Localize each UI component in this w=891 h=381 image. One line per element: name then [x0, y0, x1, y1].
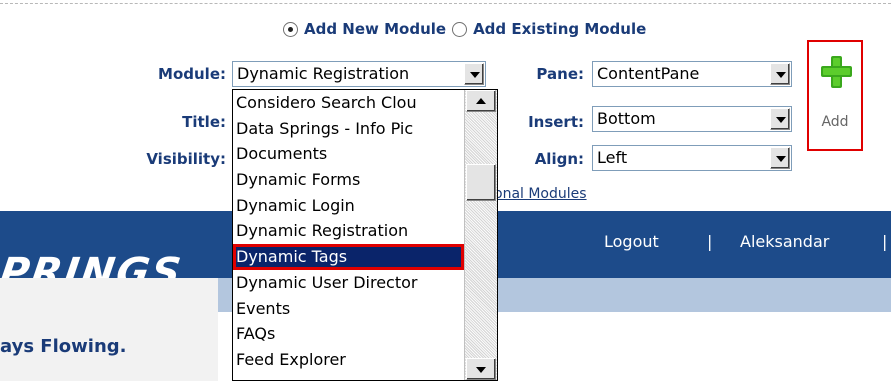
list-item[interactable]: Considero Search Clou: [233, 90, 464, 116]
chevron-down-icon[interactable]: [770, 147, 790, 169]
pane-select-value: ContentPane: [597, 64, 700, 83]
chevron-down-icon[interactable]: [770, 108, 790, 130]
list-item[interactable]: Documents: [233, 141, 464, 167]
add-button[interactable]: Add: [807, 40, 863, 151]
left-panel: [0, 278, 218, 381]
add-existing-module-label[interactable]: Add Existing Module: [473, 20, 646, 38]
list-item-highlighted[interactable]: Dynamic Tags: [233, 244, 464, 270]
logout-link[interactable]: Logout: [604, 232, 659, 251]
add-new-module-label[interactable]: Add New Module: [304, 20, 446, 38]
insert-select[interactable]: Bottom: [592, 106, 792, 132]
list-item[interactable]: Dynamic User Director: [233, 270, 464, 296]
module-select-value: Dynamic Registration: [237, 64, 410, 83]
module-select[interactable]: Dynamic Registration: [232, 61, 486, 87]
module-dropdown-list[interactable]: Considero Search Clou Data Springs - Inf…: [232, 89, 498, 381]
module-source-radio-group: Add New Module Add Existing Module: [283, 18, 646, 40]
site-tagline: ays Flowing.: [0, 336, 127, 357]
scroll-up-icon[interactable]: [466, 90, 496, 112]
align-select[interactable]: Left: [592, 145, 792, 171]
align-select-value: Left: [597, 148, 628, 167]
list-item[interactable]: Events: [233, 296, 464, 322]
visibility-label: Visibility:: [146, 150, 226, 168]
user-name-link[interactable]: Aleksandar: [740, 232, 829, 251]
add-existing-module-radio[interactable]: [452, 21, 468, 37]
insert-select-value: Bottom: [597, 109, 656, 128]
add-button-label[interactable]: Add: [809, 114, 861, 130]
pane-select[interactable]: ContentPane: [592, 61, 792, 87]
plus-icon[interactable]: [821, 56, 852, 88]
list-item[interactable]: Dynamic Forms: [233, 167, 464, 193]
insert-label: Insert:: [528, 113, 584, 131]
pane-label: Pane:: [536, 65, 584, 83]
add-new-module-radio[interactable]: [283, 21, 298, 37]
dropdown-scrollbar[interactable]: [464, 90, 497, 380]
list-item[interactable]: Data Springs - Info Pic: [233, 116, 464, 142]
scrollbar-thumb[interactable]: [466, 164, 496, 201]
list-item[interactable]: FAQs: [233, 321, 464, 347]
nav-separator: |: [882, 232, 888, 251]
module-label: Module:: [158, 65, 226, 83]
scroll-down-icon[interactable]: [466, 358, 496, 380]
chevron-down-icon[interactable]: [770, 63, 790, 85]
list-item[interactable]: Dynamic Login: [233, 193, 464, 219]
list-item[interactable]: Feed Explorer: [233, 347, 464, 373]
list-item[interactable]: Dynamic Registration: [233, 218, 464, 244]
title-label: Title:: [182, 113, 226, 131]
nav-separator: |: [707, 232, 713, 251]
dashed-divider: [0, 3, 891, 4]
additional-modules-link[interactable]: onal Modules: [494, 186, 587, 202]
chevron-down-icon[interactable]: [464, 63, 484, 85]
align-label: Align:: [534, 150, 584, 168]
